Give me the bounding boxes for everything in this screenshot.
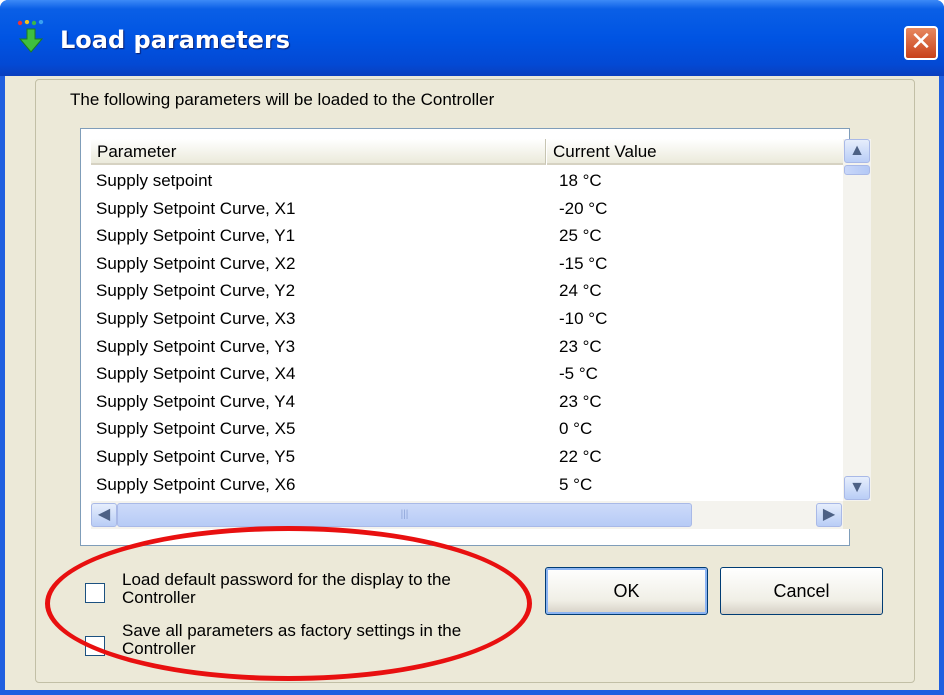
list-rows: Supply setpoint 18 °C Supply Setpoint Cur… xyxy=(81,167,841,498)
default-password-label[interactable]: Load default password for the display to… xyxy=(122,571,522,607)
default-password-checkbox[interactable] xyxy=(85,583,105,603)
column-header-parameter[interactable]: Parameter xyxy=(91,139,546,165)
list-header: Parameter Current Value xyxy=(81,139,844,165)
window-title: Load parameters xyxy=(60,26,291,54)
parameter-value: 22 °C xyxy=(559,446,602,466)
list-row[interactable]: Supply Setpoint Curve, X2 -15 °C xyxy=(81,250,841,278)
parameter-name: Supply Setpoint Curve, X3 xyxy=(96,308,296,328)
scroll-corner xyxy=(843,501,871,529)
close-button[interactable]: ✕ xyxy=(904,26,938,60)
parameter-name: Supply Setpoint Curve, Y2 xyxy=(96,281,296,301)
dialog-body: The following parameters will be loaded … xyxy=(5,76,939,690)
list-row[interactable]: Supply Setpoint Curve, X6 5 °C xyxy=(81,471,841,499)
parameter-name: Supply Setpoint Curve, X4 xyxy=(96,364,296,384)
list-row[interactable]: Supply Setpoint Curve, Y3 23 °C xyxy=(81,333,841,361)
load-parameters-window: Load parameters ✕ The following paramete… xyxy=(0,0,944,695)
horizontal-scroll-thumb[interactable]: ||| xyxy=(117,503,692,527)
grip-icon: ||| xyxy=(400,509,409,520)
intro-text: The following parameters will be loaded … xyxy=(70,90,495,109)
parameter-name: Supply Setpoint Curve, X6 xyxy=(96,474,296,494)
parameter-value: 5 °C xyxy=(559,474,593,494)
cancel-button[interactable]: Cancel xyxy=(720,567,883,615)
parameter-name: Supply Setpoint Curve, X1 xyxy=(96,198,296,218)
parameter-name: Supply Setpoint Curve, Y3 xyxy=(96,336,296,356)
horizontal-scrollbar[interactable]: ◀ ||| ▶ xyxy=(91,501,843,529)
parameter-name: Supply Setpoint Curve, Y4 xyxy=(96,391,296,411)
chevron-left-icon: ◀ xyxy=(97,506,111,523)
list-row[interactable]: Supply Setpoint Curve, Y2 24 °C xyxy=(81,277,841,305)
parameter-value: -10 °C xyxy=(559,308,608,328)
factory-settings-checkbox[interactable] xyxy=(85,636,105,656)
parameter-value: 0 °C xyxy=(559,419,593,439)
list-row[interactable]: Supply Setpoint Curve, Y5 22 °C xyxy=(81,443,841,471)
vertical-scrollbar[interactable]: ▲ ▼ xyxy=(843,139,871,501)
list-row[interactable]: Supply Setpoint Curve, Y1 25 °C xyxy=(81,222,841,250)
parameter-name: Supply Setpoint Curve, Y5 xyxy=(96,446,296,466)
parameter-name: Supply Setpoint Curve, Y1 xyxy=(96,226,296,246)
parameter-value: -5 °C xyxy=(559,364,598,384)
parameter-value: 24 °C xyxy=(559,281,602,301)
title-bar[interactable]: Load parameters ✕ xyxy=(0,0,944,76)
list-row[interactable]: Supply Setpoint Curve, X3 -10 °C xyxy=(81,305,841,333)
parameter-value: 23 °C xyxy=(559,336,602,356)
parameter-value: -20 °C xyxy=(559,198,608,218)
parameter-value: 18 °C xyxy=(559,171,602,190)
scroll-left-button[interactable]: ◀ xyxy=(91,503,117,527)
parameter-value: -15 °C xyxy=(559,253,608,273)
chevron-right-icon: ▶ xyxy=(822,506,836,523)
chevron-up-icon: ▲ xyxy=(849,142,865,159)
load-arrow-icon xyxy=(17,20,44,53)
parameter-value: 25 °C xyxy=(559,226,602,246)
chevron-down-icon: ▼ xyxy=(849,479,865,496)
list-row[interactable]: Supply Setpoint Curve, X4 -5 °C xyxy=(81,360,841,388)
close-icon: ✕ xyxy=(910,27,932,57)
list-row[interactable]: Supply Setpoint Curve, X1 -20 °C xyxy=(81,195,841,223)
ok-button[interactable]: OK xyxy=(545,567,708,615)
column-header-current-value[interactable]: Current Value xyxy=(547,139,844,165)
parameter-list[interactable]: Parameter Current Value Supply setpoint 1… xyxy=(80,128,871,546)
scroll-down-button[interactable]: ▼ xyxy=(844,476,870,500)
vertical-scroll-thumb[interactable] xyxy=(844,165,870,175)
list-row[interactable]: Supply setpoint 18 °C xyxy=(81,167,841,195)
scroll-up-button[interactable]: ▲ xyxy=(844,139,870,163)
parameter-name: Supply Setpoint Curve, X5 xyxy=(96,419,296,439)
parameter-value: 23 °C xyxy=(559,391,602,411)
factory-settings-label[interactable]: Save all parameters as factory settings … xyxy=(122,622,522,658)
list-row[interactable]: Supply Setpoint Curve, Y4 23 °C xyxy=(81,388,841,416)
scroll-right-button[interactable]: ▶ xyxy=(816,503,842,527)
parameter-name: Supply setpoint xyxy=(96,171,213,190)
list-row[interactable]: Supply Setpoint Curve, X5 0 °C xyxy=(81,415,841,443)
parameter-name: Supply Setpoint Curve, X2 xyxy=(96,253,296,273)
